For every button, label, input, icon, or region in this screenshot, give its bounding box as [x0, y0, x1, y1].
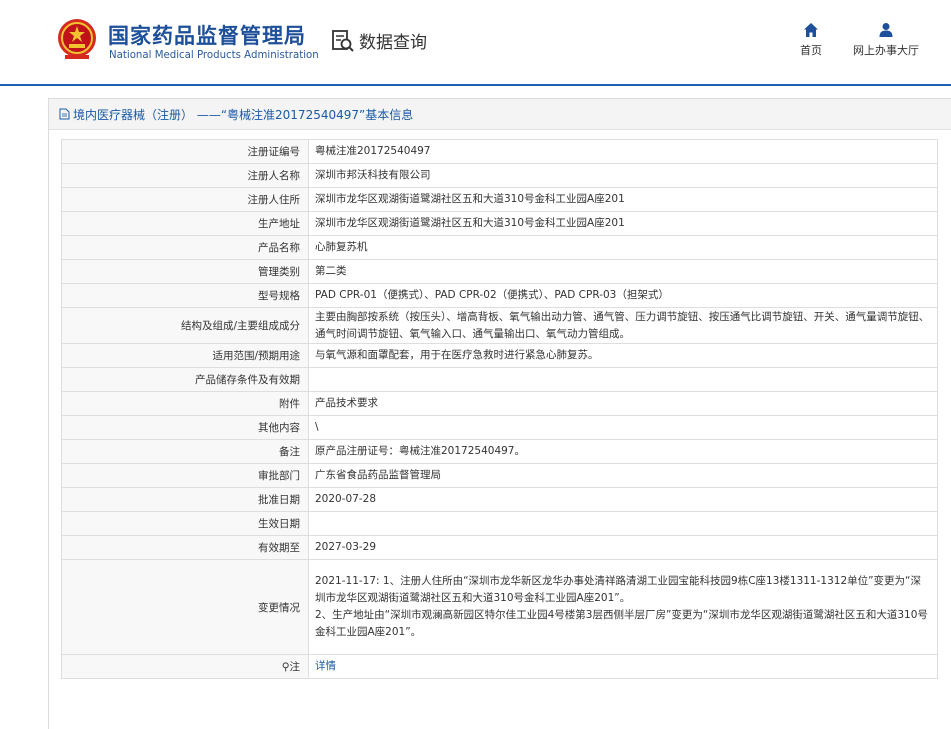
row-value: 2020-07-28 — [308, 487, 938, 512]
row-label: 有效期至 — [61, 535, 309, 560]
row-value: 主要由胸部按系统（按压头）、增高背板、氧气输出动力管、通气管、压力调节旋钮、按压… — [308, 307, 938, 344]
row-value: 深圳市邦沃科技有限公司 — [308, 163, 938, 188]
site-header: 国家药品监督管理局 National Medical Products Admi… — [0, 0, 951, 84]
row-label: 管理类别 — [61, 259, 309, 284]
row-value: PAD CPR-01（便携式）、PAD CPR-02（便携式）、PAD CPR-… — [308, 283, 938, 308]
user-icon — [879, 23, 893, 37]
row-label: 型号规格 — [61, 283, 309, 308]
nav-home[interactable]: 首页 — [790, 22, 832, 58]
row-value-note: 详情 — [308, 654, 938, 679]
table-row: 变更情况 2021-11-17: 1、注册人住所由“深圳市龙华新区龙华办事处清祥… — [61, 559, 938, 655]
row-label: 结构及组成/主要组成成分 — [61, 307, 309, 344]
row-value: 深圳市龙华区观湖街道鹭湖社区五和大道310号金科工业园A座201 — [308, 187, 938, 212]
row-label: 适用范围/预期用途 — [61, 343, 309, 368]
data-query-label: 数据查询 — [359, 33, 427, 53]
row-value: 心肺复苏机 — [308, 235, 938, 260]
table-row: 审批部门 广东省食品药品监督管理局 — [61, 463, 938, 488]
panel-title: 境内医疗器械（注册） ——“粤械注准20172540497”基本信息 — [49, 99, 951, 130]
site-logo-title: 国家药品监督管理局 — [108, 24, 306, 48]
row-value: 2027-03-29 — [308, 535, 938, 560]
row-value: 深圳市龙华区观湖街道鹭湖社区五和大道310号金科工业园A座201 — [308, 211, 938, 236]
row-label: 注册人名称 — [61, 163, 309, 188]
note-label: 注 — [289, 661, 301, 673]
row-value: 原产品注册证号：粤械注准20172540497。 — [308, 439, 938, 464]
row-value: 粤械注准20172540497 — [308, 139, 938, 164]
panel-title-text: 境内医疗器械（注册） ——“粤械注准20172540497”基本信息 — [73, 107, 414, 122]
row-label-note: ⚲注 — [61, 654, 309, 679]
table-row: 备注 原产品注册证号：粤械注准20172540497。 — [61, 439, 938, 464]
table-row: 有效期至 2027-03-29 — [61, 535, 938, 560]
table-row: 适用范围/预期用途 与氧气源和面罩配套，用于在医疗急救时进行紧急心肺复苏。 — [61, 343, 938, 368]
table-row: 产品储存条件及有效期 — [61, 367, 938, 392]
table-row: 注册人住所 深圳市龙华区观湖街道鹭湖社区五和大道310号金科工业园A座201 — [61, 187, 938, 212]
row-label: 产品名称 — [61, 235, 309, 260]
details-link[interactable]: 详情 — [315, 660, 336, 672]
row-value: 广东省食品药品监督管理局 — [308, 463, 938, 488]
row-value: 与氧气源和面罩配套，用于在医疗急救时进行紧急心肺复苏。 — [308, 343, 938, 368]
location-pin-icon: ⚲ — [281, 661, 290, 673]
detail-panel: 境内医疗器械（注册） ——“粤械注准20172540497”基本信息 注册证编号… — [48, 98, 951, 729]
row-label: 备注 — [61, 439, 309, 464]
home-icon — [804, 23, 818, 37]
table-row: 产品名称 心肺复苏机 — [61, 235, 938, 260]
table-row: 生产地址 深圳市龙华区观湖街道鹭湖社区五和大道310号金科工业园A座201 — [61, 211, 938, 236]
table-row: 管理类别 第二类 — [61, 259, 938, 284]
row-value — [308, 367, 938, 392]
row-value: 产品技术要求 — [308, 391, 938, 416]
table-row: 附件 产品技术要求 — [61, 391, 938, 416]
row-label: 附件 — [61, 391, 309, 416]
row-label: 产品储存条件及有效期 — [61, 367, 309, 392]
change-line-2: 2、生产地址由“深圳市观澜高新园区特尔佳工业园4号楼第3层西侧半层厂房”变更为“… — [315, 609, 928, 638]
row-label: 注册人住所 — [61, 187, 309, 212]
nav-home-label: 首页 — [800, 44, 822, 57]
row-label: 生产地址 — [61, 211, 309, 236]
row-value-change: 2021-11-17: 1、注册人住所由“深圳市龙华新区龙华办事处清祥路清湖工业… — [308, 559, 938, 655]
table-row: 其他内容 \ — [61, 415, 938, 440]
row-value: 第二类 — [308, 259, 938, 284]
table-row: 注册人名称 深圳市邦沃科技有限公司 — [61, 163, 938, 188]
table-row: 注册证编号 粤械注准20172540497 — [61, 139, 938, 164]
row-label: 生效日期 — [61, 511, 309, 536]
row-label: 变更情况 — [61, 559, 309, 655]
row-value — [308, 511, 938, 536]
row-label: 其他内容 — [61, 415, 309, 440]
table-row: 生效日期 — [61, 511, 938, 536]
national-emblem-icon — [58, 19, 96, 59]
row-label: 审批部门 — [61, 463, 309, 488]
row-value: \ — [308, 415, 938, 440]
header-divider — [0, 84, 951, 86]
data-search-icon — [332, 29, 354, 52]
registration-info-table: 注册证编号 粤械注准20172540497 注册人名称 深圳市邦沃科技有限公司 注册人住… — [61, 139, 938, 679]
row-label: 注册证编号 — [61, 139, 309, 164]
change-line-1: 2021-11-17: 1、注册人住所由“深圳市龙华新区龙华办事处清祥路清湖工业… — [315, 575, 921, 604]
table-row: 批准日期 2020-07-28 — [61, 487, 938, 512]
site-logo-subtitle: National Medical Products Administration — [109, 50, 319, 61]
document-icon — [59, 108, 70, 120]
table-row: 型号规格 PAD CPR-01（便携式）、PAD CPR-02（便携式）、PAD … — [61, 283, 938, 308]
table-row: 结构及组成/主要组成成分 主要由胸部按系统（按压头）、增高背板、氧气输出动力管、通… — [61, 307, 938, 344]
data-query-link[interactable]: 数据查询 — [331, 28, 427, 53]
row-label: 批准日期 — [61, 487, 309, 512]
table-row: ⚲注 详情 — [61, 654, 938, 679]
nav-online-office[interactable]: 网上办事大厅 — [848, 22, 924, 58]
nav-online-office-label: 网上办事大厅 — [853, 44, 919, 57]
